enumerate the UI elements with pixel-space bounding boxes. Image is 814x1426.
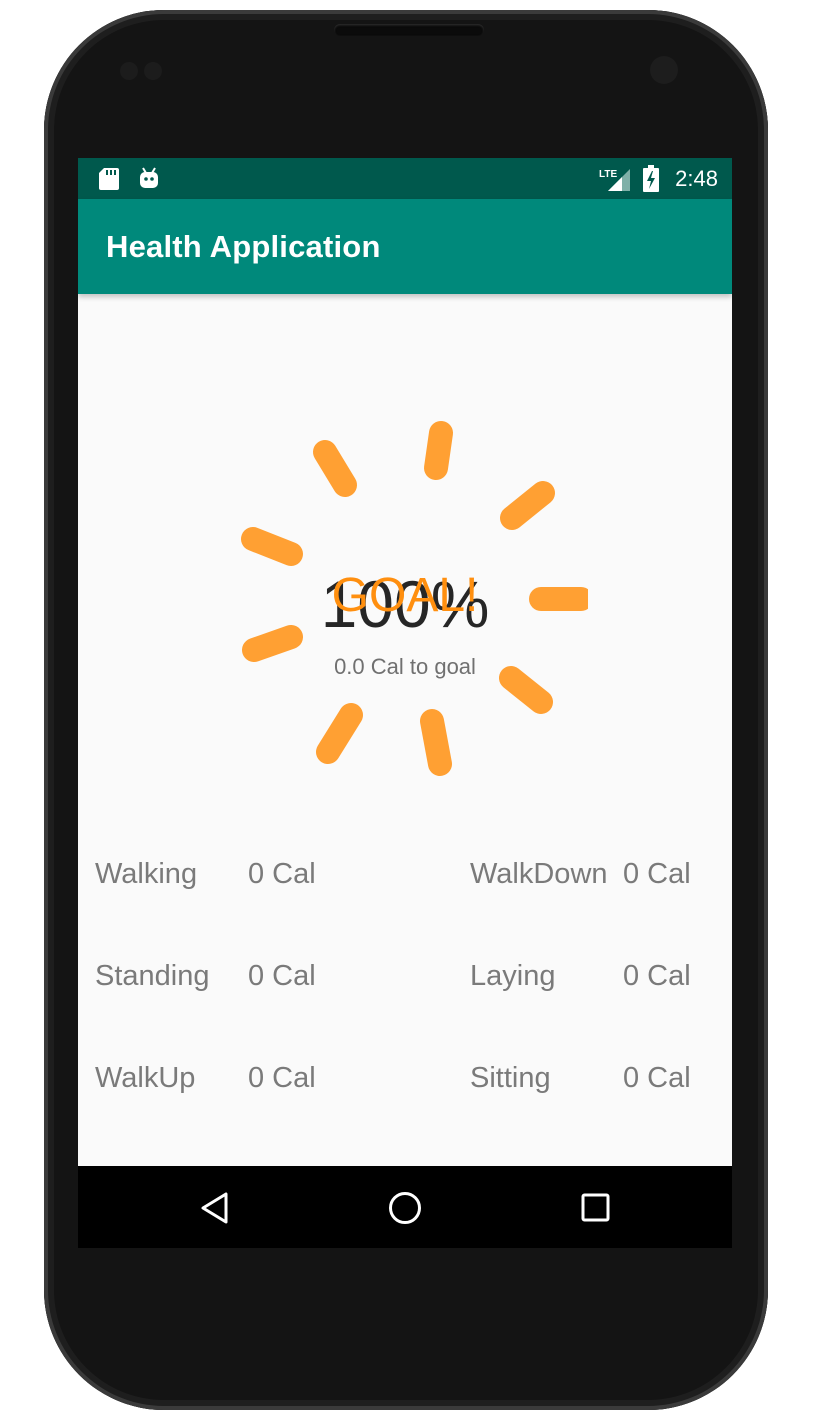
app-title: Health Application <box>106 229 381 264</box>
goal-reached-label: GOAL! <box>331 569 479 622</box>
proximity-sensor <box>120 62 138 80</box>
activity-value-sitting: 0 Cal <box>623 1062 691 1094</box>
activity-value-walkdown: 0 Cal <box>623 858 691 890</box>
navigation-bar <box>78 1166 732 1248</box>
activity-label-walking: Walking <box>95 858 198 890</box>
clock-time: 2:48 <box>675 166 718 191</box>
network-type-label: LTE <box>599 169 617 180</box>
home-icon[interactable] <box>387 1190 423 1226</box>
calories-to-goal: 0.0 Cal to goal <box>334 654 476 679</box>
front-camera <box>650 56 678 84</box>
spinner-segment <box>424 421 453 480</box>
lte-signal-icon: LTE <box>599 169 630 191</box>
spinner-segment <box>241 527 303 566</box>
activity-value-walkup: 0 Cal <box>248 1062 316 1094</box>
back-icon[interactable] <box>198 1190 232 1226</box>
activity-label-sitting: Sitting <box>470 1062 551 1094</box>
battery-charging-icon <box>643 165 659 192</box>
activity-label-laying: Laying <box>470 960 556 992</box>
activity-label-walkdown: WalkDown <box>470 858 608 890</box>
spinner-segment <box>316 703 363 764</box>
spinner-segment <box>420 709 452 776</box>
activity-value-laying: 0 Cal <box>623 960 691 992</box>
spinner-segment <box>313 440 357 497</box>
light-sensor <box>144 62 162 80</box>
activity-label-standing: Standing <box>95 960 210 992</box>
activity-value-standing: 0 Cal <box>248 960 316 992</box>
activity-label-walkup: WalkUp <box>95 1062 196 1094</box>
activity-value-walking: 0 Cal <box>248 858 316 890</box>
recents-icon[interactable] <box>580 1192 612 1224</box>
sd-card-icon <box>99 168 119 190</box>
spinner-segment <box>499 666 553 714</box>
spinner-segment <box>500 481 555 530</box>
android-icon <box>140 167 158 188</box>
status-bar: LTE 2:48 <box>78 158 732 199</box>
app-bar: Health Application <box>78 199 732 294</box>
app-screen: LTE 2:48 Health Application 100% GOAL! 0… <box>78 158 732 1248</box>
earpiece-speaker <box>334 24 484 36</box>
